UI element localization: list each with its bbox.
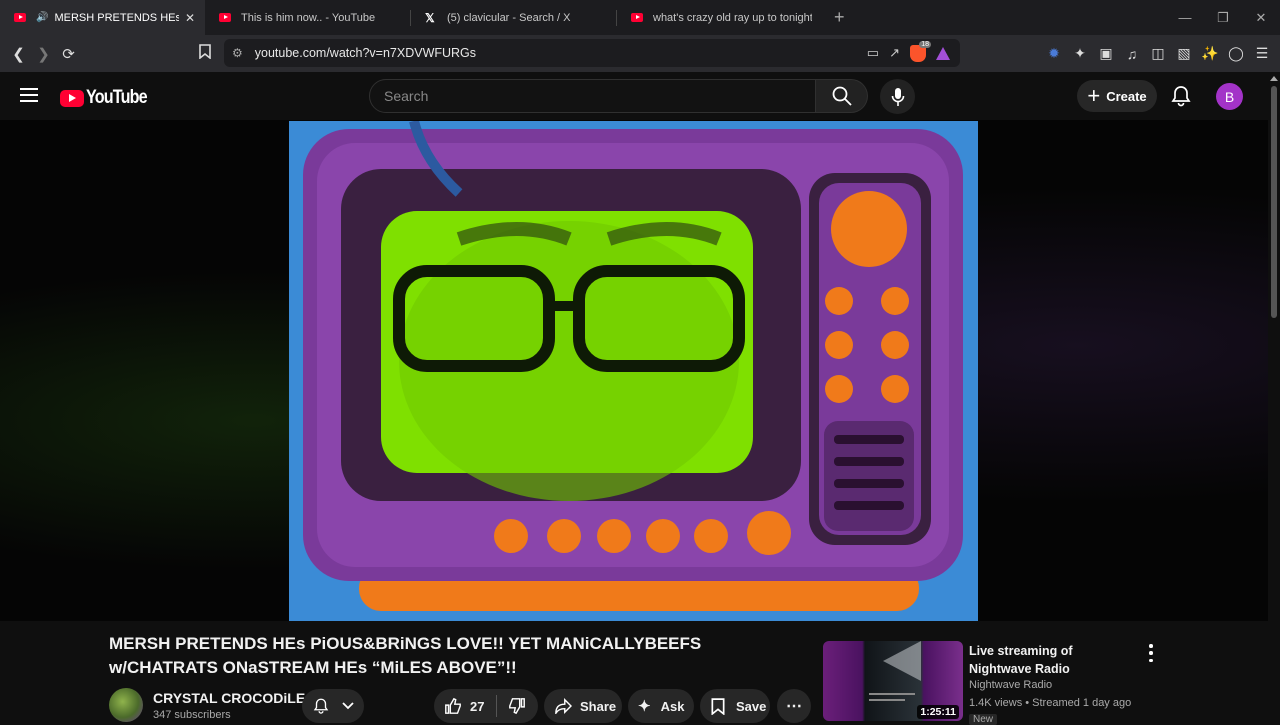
guide-menu-icon[interactable] bbox=[20, 88, 38, 102]
brave-rewards-icon[interactable] bbox=[936, 46, 950, 60]
browser-tab-3[interactable]: 𝕏 (5) clavicular - Search / X bbox=[411, 0, 616, 35]
dislike-button[interactable] bbox=[497, 697, 537, 715]
thumbs-up-icon bbox=[445, 697, 461, 714]
sparkle-icon: ✦ bbox=[638, 698, 651, 715]
speaker-icon[interactable]: 🔊 bbox=[36, 12, 48, 23]
youtube-logo[interactable]: YouTube bbox=[60, 87, 157, 109]
like-dislike-group: 27 bbox=[434, 689, 538, 723]
create-label: Create bbox=[1106, 88, 1147, 104]
leo-ai-icon[interactable]: ✨ bbox=[1200, 45, 1220, 62]
more-actions-button[interactable]: ⋯ bbox=[777, 689, 811, 723]
youtube-icon bbox=[14, 13, 26, 22]
search-bar: Search bbox=[369, 79, 868, 113]
sidebar-icon[interactable]: ◫ bbox=[1148, 45, 1168, 62]
reload-icon[interactable]: ⟳ bbox=[56, 45, 81, 63]
chevron-down-icon bbox=[342, 702, 354, 710]
subscriber-count: 347 subscribers bbox=[153, 709, 231, 721]
subscription-bell-button[interactable] bbox=[302, 689, 364, 723]
recommended-channel-name[interactable]: Nightwave Radio bbox=[969, 679, 1052, 691]
bookmark-icon bbox=[711, 697, 725, 715]
brave-shields-icon[interactable]: 18 bbox=[910, 40, 931, 62]
extensions-bar: ✹ ✦ ▣ ♫ ◫ ▧ ✨ ◯ ☰ bbox=[1044, 35, 1272, 72]
ask-button[interactable]: ✦ Ask bbox=[628, 689, 694, 723]
video-duration: 1:25:11 bbox=[917, 705, 959, 719]
share-page-icon[interactable]: ↗ bbox=[889, 45, 900, 61]
tab-title: what's crazy old ray up to tonight? (o bbox=[653, 11, 812, 24]
recommended-video-meta: 1.4K views • Streamed 1 day ago bbox=[969, 697, 1132, 709]
minimize-icon[interactable]: — bbox=[1166, 10, 1204, 25]
back-icon[interactable]: ❮ bbox=[6, 45, 31, 63]
youtube-icon bbox=[631, 13, 643, 22]
tab-title: MERSH PRETENDS HEs PiOUS&BRiNGS LOVE!! Y… bbox=[54, 11, 179, 24]
video-player[interactable] bbox=[289, 121, 978, 621]
share-button[interactable]: Share bbox=[544, 689, 622, 723]
close-icon[interactable]: ✕ bbox=[185, 11, 195, 25]
page-scrollbar[interactable] bbox=[1268, 72, 1280, 720]
search-input[interactable]: Search bbox=[369, 79, 816, 113]
channel-name[interactable]: CRYSTAL CROCODiLE bbox=[153, 690, 305, 706]
x-icon: 𝕏 bbox=[425, 10, 435, 25]
video-thumbnail[interactable]: 1:25:11 bbox=[823, 641, 963, 721]
ask-label: Ask bbox=[660, 698, 685, 714]
share-label: Share bbox=[580, 698, 617, 714]
plus-icon: + bbox=[1087, 83, 1101, 108]
forward-icon[interactable]: ❯ bbox=[31, 45, 56, 63]
vpn-icon[interactable]: ✹ bbox=[1044, 45, 1064, 62]
browser-tab-4[interactable]: what's crazy old ray up to tonight? (o bbox=[617, 0, 822, 35]
screenshot-icon[interactable]: ▣ bbox=[1096, 45, 1116, 62]
browser-tab-1[interactable]: 🔊 MERSH PRETENDS HEs PiOUS&BRiNGS LOVE!!… bbox=[0, 0, 205, 35]
channel-avatar[interactable] bbox=[109, 688, 143, 722]
scroll-up-icon[interactable] bbox=[1270, 76, 1278, 81]
video-frame-image bbox=[289, 121, 978, 621]
youtube-play-icon bbox=[60, 89, 84, 107]
like-count: 27 bbox=[470, 698, 485, 714]
wallet-icon[interactable]: ▧ bbox=[1174, 45, 1194, 62]
tab-title: (5) clavicular - Search / X bbox=[447, 11, 571, 24]
bookmark-icon[interactable] bbox=[192, 44, 217, 63]
recommended-video-title[interactable]: Live streaming of Nightwave Radio bbox=[969, 642, 1134, 678]
shield-icon[interactable]: ◯ bbox=[1226, 45, 1246, 62]
media-icon[interactable]: ♫ bbox=[1122, 46, 1142, 62]
search-icon bbox=[832, 86, 852, 106]
notifications-button[interactable] bbox=[1169, 84, 1193, 108]
youtube-icon bbox=[219, 13, 231, 22]
bell-icon bbox=[1171, 86, 1191, 107]
save-button[interactable]: Save bbox=[700, 689, 770, 723]
browser-tab-2[interactable]: This is him now.. - YouTube bbox=[205, 0, 410, 35]
browser-toolbar: ❮ ❯ ⟳ ⚙ youtube.com/watch?v=n7XDVWFURGs … bbox=[0, 35, 1280, 72]
window-controls: — ❐ ✕ bbox=[1166, 0, 1280, 35]
more-options-icon[interactable] bbox=[1146, 644, 1156, 662]
save-label: Save bbox=[736, 698, 767, 714]
restore-icon[interactable]: ❐ bbox=[1204, 10, 1242, 26]
voice-search-button[interactable] bbox=[880, 79, 915, 114]
like-button[interactable]: 27 bbox=[434, 697, 496, 715]
shield-count: 18 bbox=[919, 40, 931, 48]
youtube-wordmark: YouTube bbox=[86, 87, 148, 108]
youtube-header: YouTube Search + Create B bbox=[0, 72, 1280, 120]
more-horizontal-icon: ⋯ bbox=[786, 698, 802, 715]
microphone-icon bbox=[891, 87, 904, 106]
browser-tab-bar: 🔊 MERSH PRETENDS HEs PiOUS&BRiNGS LOVE!!… bbox=[0, 0, 1280, 35]
thumbs-down-icon bbox=[509, 698, 525, 715]
search-button[interactable] bbox=[816, 79, 868, 113]
share-icon bbox=[555, 698, 572, 714]
menu-icon[interactable]: ☰ bbox=[1252, 45, 1272, 62]
site-settings-icon[interactable]: ⚙ bbox=[232, 46, 243, 60]
video-title: MERSH PRETENDS HEs PiOUS&BRiNGS LOVE!! Y… bbox=[109, 634, 702, 677]
extensions-icon[interactable]: ✦ bbox=[1070, 45, 1090, 62]
cast-icon[interactable]: ▭ bbox=[867, 45, 879, 61]
close-window-icon[interactable]: ✕ bbox=[1242, 10, 1280, 26]
url-text[interactable]: youtube.com/watch?v=n7XDVWFURGs bbox=[255, 46, 867, 60]
tab-title: This is him now.. - YouTube bbox=[241, 11, 376, 24]
address-bar[interactable]: ⚙ youtube.com/watch?v=n7XDVWFURGs ▭ ↗ 18 bbox=[224, 39, 960, 67]
scrollbar-thumb[interactable] bbox=[1271, 86, 1277, 318]
bell-icon bbox=[313, 698, 329, 714]
create-button[interactable]: + Create bbox=[1077, 80, 1157, 112]
new-tab-button[interactable]: + bbox=[834, 7, 845, 28]
account-avatar[interactable]: B bbox=[1216, 83, 1243, 110]
